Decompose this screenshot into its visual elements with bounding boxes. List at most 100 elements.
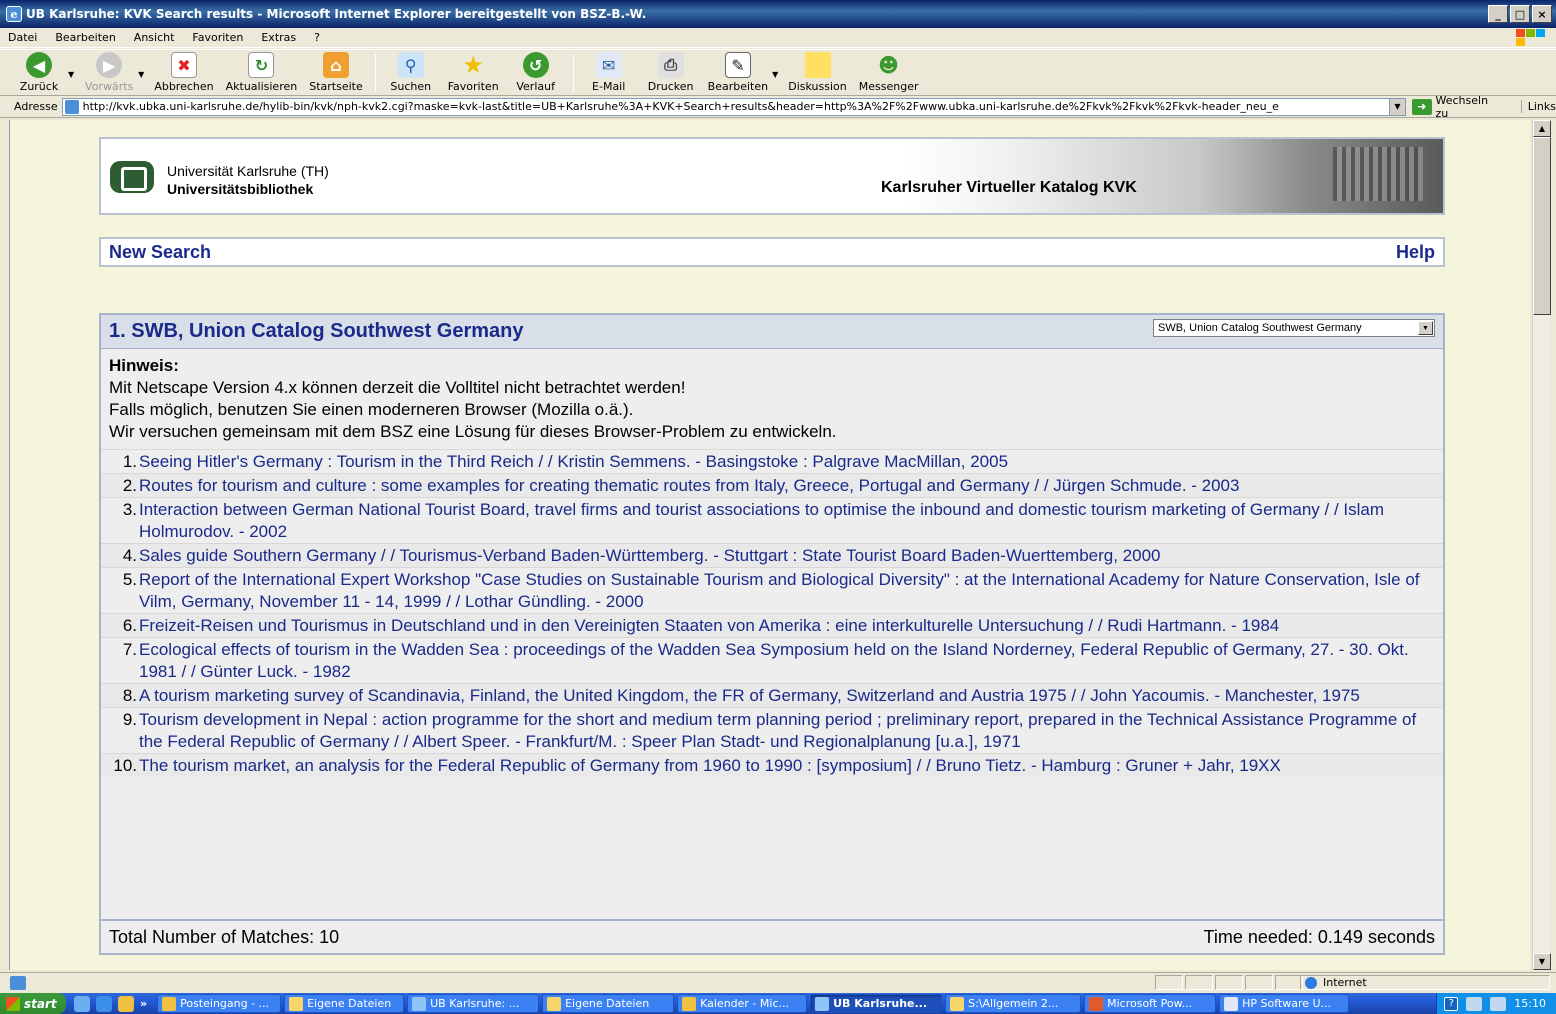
task-button[interactable]: Posteingang - ... <box>157 994 282 1013</box>
messenger-button[interactable]: ☻ Messenger <box>859 50 919 94</box>
menu-ansicht[interactable]: Ansicht <box>134 31 175 44</box>
help-link[interactable]: Help <box>1396 242 1435 263</box>
maximize-button[interactable]: □ <box>1510 5 1530 23</box>
task-label: S:\Allgemein 2... <box>968 997 1059 1010</box>
security-zone: Internet <box>1300 975 1550 990</box>
menu-favoriten[interactable]: Favoriten <box>192 31 243 44</box>
result-number: 3. <box>122 500 137 519</box>
ie-quicklaunch-icon[interactable] <box>96 995 112 1012</box>
discuss-label: Diskussion <box>788 80 847 93</box>
task-button[interactable]: Kalender - Mic... <box>677 994 808 1013</box>
scroll-down-icon[interactable]: ▼ <box>1533 953 1551 970</box>
task-button[interactable]: Eigene Dateien <box>284 994 405 1013</box>
address-input[interactable]: http://kvk.ubka.uni-karlsruhe.de/hylib-b… <box>61 97 1406 116</box>
address-dropdown-icon[interactable]: ▼ <box>1388 98 1405 115</box>
task-button[interactable]: Microsoft Pow... <box>1084 994 1217 1013</box>
print-label: Drucken <box>647 80 694 93</box>
mail-label: E-Mail <box>592 80 626 93</box>
outlook-quicklaunch-icon[interactable] <box>118 995 134 1012</box>
edit-label: Bearbeiten <box>707 80 769 93</box>
result-link[interactable]: Ecological effects of tourism in the Wad… <box>139 639 1437 683</box>
result-link[interactable]: The tourism market, an analysis for the … <box>139 755 1281 777</box>
result-number: 1. <box>122 452 137 471</box>
list-item: 2. Routes for tourism and culture : some… <box>101 473 1443 497</box>
banner-photo <box>903 139 1443 213</box>
menu-extras[interactable]: Extras <box>261 31 296 44</box>
print-button[interactable]: ⎙ Drucken <box>646 50 696 94</box>
links-button[interactable]: Links <box>1520 100 1556 113</box>
quick-launch-more-icon[interactable]: » <box>140 997 147 1010</box>
new-search-link[interactable]: New Search <box>109 242 211 263</box>
result-link[interactable]: Seeing Hitler's Germany : Tourism in the… <box>139 451 1008 473</box>
globe-icon <box>1305 976 1317 989</box>
home-icon: ⌂ <box>322 52 349 78</box>
forward-dropdown-icon[interactable]: ▼ <box>138 70 144 79</box>
star-icon: ★ <box>462 51 484 79</box>
result-link[interactable]: Tourism development in Nepal : action pr… <box>139 709 1437 753</box>
mail-icon: ✉ <box>595 52 622 78</box>
address-url: http://kvk.ubka.uni-karlsruhe.de/hylib-b… <box>82 100 1279 113</box>
close-button[interactable]: × <box>1532 5 1552 23</box>
result-link[interactable]: A tourism marketing survey of Scandinavi… <box>139 685 1360 707</box>
scroll-up-icon[interactable]: ▲ <box>1533 120 1551 137</box>
task-button[interactable]: Eigene Dateien <box>542 994 675 1013</box>
refresh-button[interactable]: ↻ Aktualisieren <box>226 50 297 94</box>
search-button[interactable]: ⚲ Suchen <box>386 50 436 94</box>
task-button[interactable]: S:\Allgemein 2... <box>945 994 1082 1013</box>
back-dropdown-icon[interactable]: ▼ <box>68 70 74 79</box>
scroll-thumb[interactable] <box>1533 137 1551 315</box>
ie-icon <box>412 996 427 1011</box>
go-button[interactable]: ➜ Wechseln zu <box>1411 94 1503 120</box>
menu-bar: Datei Bearbeiten Ansicht Favoriten Extra… <box>0 28 1556 48</box>
result-link[interactable]: Freizeit-Reisen und Tourismus in Deutsch… <box>139 615 1279 637</box>
favorites-button[interactable]: ★ Favoriten <box>448 50 499 94</box>
help-icon[interactable]: ? <box>1444 996 1459 1011</box>
back-arrow-icon: ◀ <box>26 52 52 78</box>
result-number: 10. <box>113 756 137 775</box>
result-link[interactable]: Interaction between German National Tour… <box>139 499 1437 543</box>
result-link[interactable]: Sales guide Southern Germany / / Tourism… <box>139 545 1160 567</box>
stop-button[interactable]: ✖ Abbrechen <box>154 50 214 94</box>
status-pane <box>1155 975 1183 990</box>
result-number: 9. <box>122 710 137 729</box>
result-link[interactable]: Report of the International Expert Works… <box>139 569 1437 613</box>
catalog-select[interactable]: SWB, Union Catalog Southwest Germany ▼ <box>1153 319 1435 337</box>
desktop-icon[interactable] <box>74 995 90 1012</box>
notice-block: Hinweis: Mit Netscape Version 4.x können… <box>101 349 1443 449</box>
address-label: Adresse <box>14 100 58 113</box>
results-footer: Total Number of Matches: 10 Time needed:… <box>101 919 1443 953</box>
menu-bearbeiten[interactable]: Bearbeiten <box>55 31 115 44</box>
result-link[interactable]: Routes for tourism and culture : some ex… <box>139 475 1239 497</box>
network-icon[interactable] <box>1466 996 1483 1011</box>
page-banner: Universität Karlsruhe (TH) Universitätsb… <box>99 137 1445 215</box>
menu-datei[interactable]: Datei <box>8 31 37 44</box>
start-button[interactable]: start <box>0 993 66 1014</box>
chevron-down-icon[interactable]: ▼ <box>1418 321 1433 335</box>
go-arrow-icon: ➜ <box>1411 98 1432 115</box>
forward-button[interactable]: ▶ Vorwärts <box>84 50 134 94</box>
task-button-active[interactable]: UB Karlsruhe... <box>810 994 943 1013</box>
favorites-label: Favoriten <box>447 80 499 93</box>
task-label: UB Karlsruhe... <box>833 997 928 1010</box>
window-title: UB Karlsruhe: KVK Search results - Micro… <box>26 7 647 21</box>
results-panel: 1. SWB, Union Catalog Southwest Germany … <box>99 313 1445 955</box>
task-button[interactable]: UB Karlsruhe: ... <box>407 994 540 1013</box>
home-button[interactable]: ⌂ Startseite <box>309 50 363 94</box>
catalog-select-value: SWB, Union Catalog Southwest Germany <box>1158 322 1362 334</box>
back-button[interactable]: ◀ Zurück <box>14 50 64 94</box>
menu-help[interactable]: ? <box>314 31 320 44</box>
vertical-scrollbar[interactable]: ▲ ▼ <box>1532 120 1551 970</box>
task-button[interactable]: HP Software U... <box>1219 994 1350 1013</box>
edit-dropdown-icon[interactable]: ▼ <box>772 70 778 79</box>
monitor-icon[interactable] <box>1490 996 1507 1011</box>
mail-button[interactable]: ✉ E-Mail <box>584 50 634 94</box>
stop-label: Abbrechen <box>154 80 214 93</box>
status-panes <box>1155 975 1305 990</box>
total-matches: Total Number of Matches: 10 <box>109 926 340 947</box>
toolbar-separator <box>572 54 574 92</box>
history-button[interactable]: ↺ Verlauf <box>511 50 561 94</box>
discuss-button[interactable]: Diskussion <box>788 50 847 94</box>
university-logo <box>110 161 154 193</box>
edit-button[interactable]: ✎ Bearbeiten <box>708 50 768 94</box>
minimize-button[interactable]: _ <box>1488 5 1508 23</box>
